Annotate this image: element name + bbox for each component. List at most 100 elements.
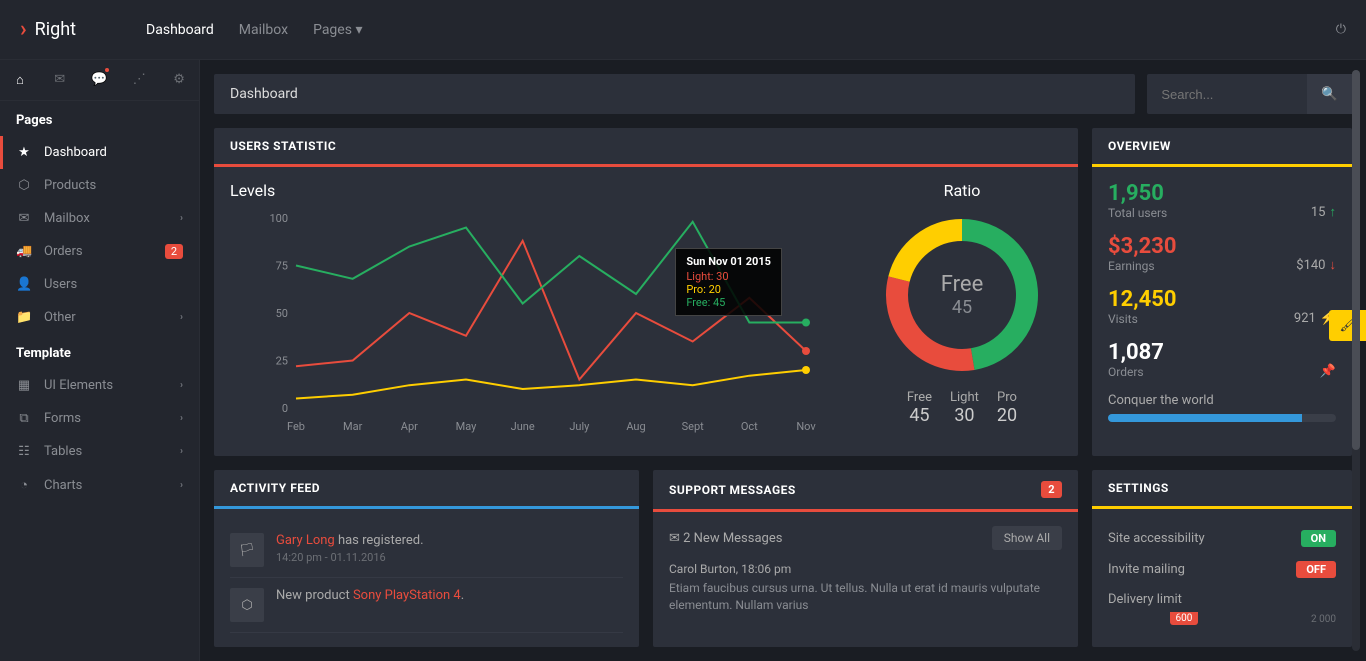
- logo[interactable]: › Right: [20, 17, 76, 42]
- copy-icon: ⧉: [16, 411, 32, 426]
- pin-icon: 📌: [1320, 364, 1336, 379]
- section-template: Template: [0, 334, 199, 369]
- caret-down-icon: ▾: [355, 22, 362, 38]
- overview-users-value: 1,950: [1108, 181, 1167, 206]
- svg-text:25: 25: [276, 355, 288, 368]
- sidebar-item-mailbox[interactable]: ✉Mailbox›: [0, 202, 199, 235]
- gear-icon: ⚙: [173, 72, 185, 87]
- cube-icon: ⬡: [16, 178, 32, 193]
- user-icon: 👤: [16, 277, 32, 292]
- donut-center-label: Free: [941, 272, 983, 297]
- topbar: › Right Dashboard Mailbox Pages ▾ ⏻: [0, 0, 1366, 60]
- arrow-up-icon: ↑: [1330, 204, 1337, 220]
- levels-title: Levels: [230, 181, 842, 200]
- svg-text:75: 75: [276, 260, 288, 273]
- delivery-slider[interactable]: 600 2 000: [1108, 614, 1336, 625]
- setting-accessibility: Site accessibility ON: [1108, 523, 1336, 554]
- sidebar-tabs: ⌂ ✉ 💬 ⋰ ⚙: [0, 60, 199, 101]
- nav-mailbox[interactable]: Mailbox: [239, 22, 288, 38]
- chevron-right-icon: ›: [180, 312, 183, 323]
- tab-mail[interactable]: ✉: [40, 60, 80, 100]
- panel-header: ACTIVITY FEED: [214, 470, 639, 509]
- svg-text:June: June: [511, 420, 535, 433]
- nav-dashboard[interactable]: Dashboard: [146, 22, 214, 38]
- panel-overview: OVERVIEW 1,950Total users 15↑ $3,230Earn…: [1092, 128, 1352, 456]
- envelope-icon: ✉: [16, 211, 32, 226]
- chevron-right-icon: ›: [180, 413, 183, 424]
- scrollbar-thumb[interactable]: [1352, 70, 1360, 450]
- panel-header: OVERVIEW: [1092, 128, 1352, 167]
- overview-earnings-value: $3,230: [1108, 234, 1177, 259]
- svg-text:100: 100: [269, 212, 288, 225]
- svg-text:0: 0: [282, 402, 288, 415]
- sidebar-item-ui[interactable]: ▦UI Elements›: [0, 369, 199, 402]
- panel-users-statistic: USERS STATISTIC Levels 0255075100FebMarA…: [214, 128, 1078, 456]
- chevron-right-icon: ›: [180, 213, 183, 224]
- svg-text:July: July: [569, 420, 590, 433]
- tab-home[interactable]: ⌂: [0, 60, 40, 100]
- activity-item: ⬡ New product Sony PlayStation 4.: [230, 578, 623, 633]
- sidebar-item-forms[interactable]: ⧉Forms›: [0, 402, 199, 435]
- tab-chat[interactable]: 💬: [80, 60, 120, 100]
- chevron-right-icon: ›: [180, 446, 183, 457]
- page-title: Dashboard: [214, 74, 1135, 114]
- svg-text:Mar: Mar: [343, 420, 363, 433]
- star-icon: ★: [16, 145, 32, 160]
- support-message: Carol Burton, 18:06 pm Etiam faucibus cu…: [669, 562, 1062, 614]
- panel-header: SETTINGS: [1092, 470, 1352, 509]
- svg-text:Aug: Aug: [626, 420, 645, 433]
- overview-orders-value: 1,087: [1108, 340, 1164, 365]
- flag-icon: 🏳: [230, 533, 264, 567]
- grid-icon: ▦: [16, 378, 32, 393]
- toggle-mailing[interactable]: OFF: [1296, 561, 1336, 578]
- panel-settings: SETTINGS Site accessibility ON Invite ma…: [1092, 470, 1352, 647]
- chevron-right-icon: ›: [180, 380, 183, 391]
- svg-text:Sept: Sept: [682, 420, 705, 433]
- donut-center-value: 45: [941, 297, 983, 318]
- home-icon: ⌂: [16, 73, 24, 88]
- orders-badge: 2: [165, 244, 183, 259]
- chart-tooltip: Sun Nov 01 2015 Light: 30 Pro: 20 Free: …: [675, 248, 782, 316]
- svg-text:Apr: Apr: [401, 420, 418, 433]
- section-pages: Pages: [0, 101, 199, 136]
- svg-text:50: 50: [276, 307, 288, 320]
- content: Dashboard 🔍 USERS STATISTIC Levels 0 25 50…: [200, 60, 1366, 661]
- power-icon[interactable]: ⏻: [1336, 22, 1346, 37]
- truck-icon: 🚚: [16, 244, 32, 259]
- show-all-button[interactable]: Show All: [992, 526, 1062, 550]
- piechart-icon: ◔: [16, 477, 32, 493]
- svg-text:May: May: [456, 420, 478, 433]
- theme-customizer-button[interactable]: 🖌: [1329, 310, 1366, 341]
- sidebar-item-orders[interactable]: 🚚Orders2: [0, 235, 199, 268]
- svg-text:Nov: Nov: [796, 420, 816, 433]
- folder-icon: 📁: [16, 310, 32, 325]
- notification-dot: [105, 68, 109, 72]
- tab-settings[interactable]: ⚙: [159, 60, 199, 100]
- brand-name: Right: [35, 19, 76, 40]
- ratio-donut: Free 45: [882, 215, 1042, 375]
- toggle-accessibility[interactable]: ON: [1301, 530, 1336, 547]
- sidebar-item-tables[interactable]: ☷Tables›: [0, 435, 199, 468]
- panel-header: USERS STATISTIC: [214, 128, 1078, 167]
- rss-icon: ⋰: [133, 72, 146, 87]
- sidebar-item-dashboard[interactable]: ★Dashboard: [0, 136, 199, 169]
- sidebar-item-charts[interactable]: ◔Charts›: [0, 468, 199, 502]
- table-icon: ☷: [16, 444, 32, 459]
- sidebar-item-other[interactable]: 📁Other›: [0, 301, 199, 334]
- sidebar-item-products[interactable]: ⬡Products: [0, 169, 199, 202]
- search-input[interactable]: [1147, 74, 1307, 114]
- levels-chart: 0255075100FebMarAprMayJuneJulyAugSeptOct…: [230, 208, 842, 438]
- tab-rss[interactable]: ⋰: [119, 60, 159, 100]
- scrollbar[interactable]: [1352, 70, 1360, 651]
- nav-pages[interactable]: Pages ▾: [313, 22, 362, 38]
- chevron-right-icon: ›: [180, 480, 183, 491]
- ratio-title: Ratio: [862, 181, 1062, 200]
- panel-header: SUPPORT MESSAGES2: [653, 470, 1078, 512]
- activity-item: 🏳 Gary Long has registered. 14:20 pm - 0…: [230, 523, 623, 578]
- ratio-legend: Free45 Light30 Pro20: [862, 390, 1062, 426]
- sidebar-item-users[interactable]: 👤Users: [0, 268, 199, 301]
- progress-bar: [1108, 414, 1336, 422]
- search-button[interactable]: 🔍: [1307, 74, 1352, 114]
- arrow-down-icon: ↓: [1330, 257, 1337, 273]
- envelope-icon: ✉: [54, 72, 65, 87]
